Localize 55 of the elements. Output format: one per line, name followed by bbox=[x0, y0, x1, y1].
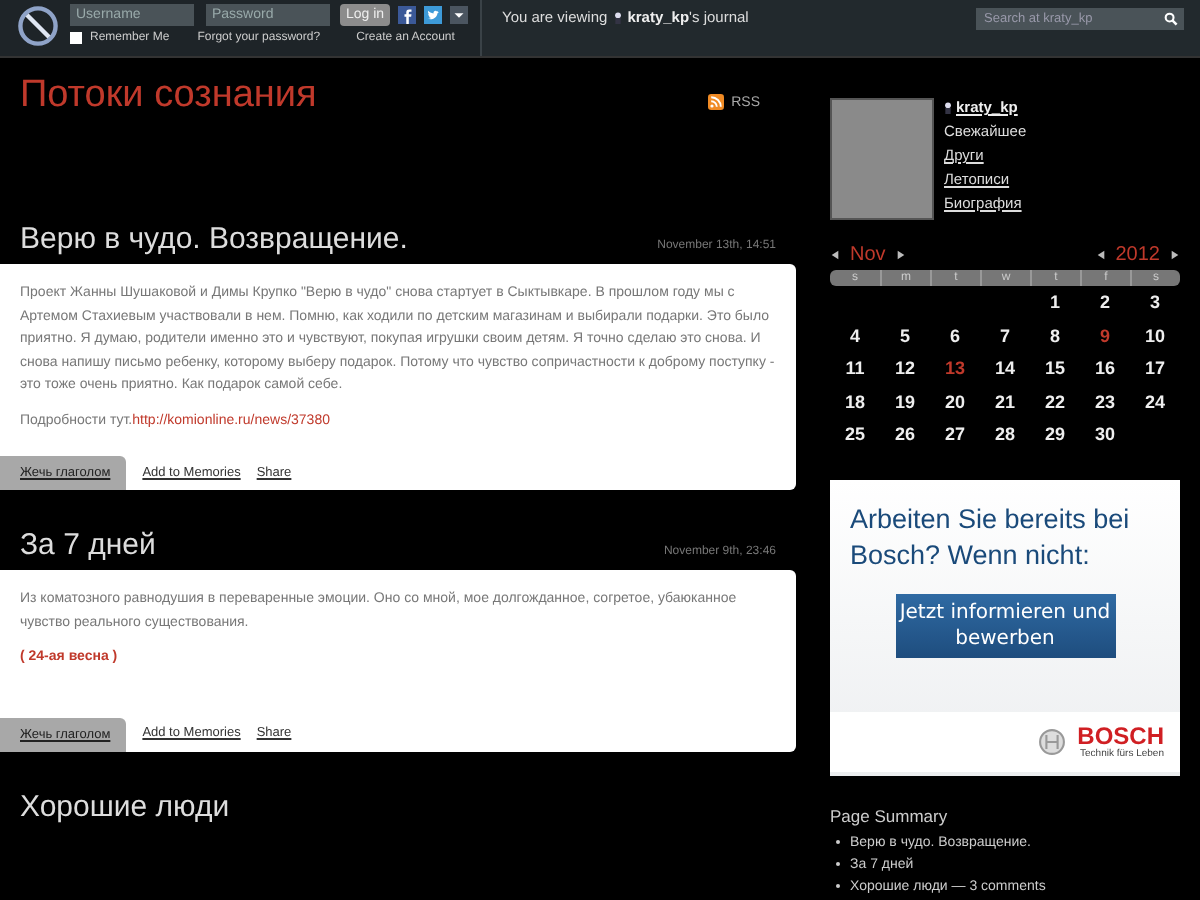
calendar-day[interactable]: 23 bbox=[1080, 385, 1130, 419]
user-icon bbox=[944, 99, 952, 115]
dropdown-icon[interactable] bbox=[450, 6, 469, 24]
calendar-day[interactable]: 14 bbox=[980, 352, 1030, 386]
previous-month-icon[interactable] bbox=[830, 250, 840, 260]
calendar-day[interactable]: 7 bbox=[980, 319, 1030, 353]
calendar-day[interactable]: 4 bbox=[830, 319, 880, 353]
calendar-day[interactable]: 28 bbox=[980, 418, 1030, 452]
calendar-day[interactable]: 19 bbox=[880, 385, 930, 419]
post-title[interactable]: Верю в чудо. Возвращение. bbox=[20, 222, 408, 256]
remember-checkbox[interactable] bbox=[70, 32, 82, 44]
search-icon[interactable] bbox=[1164, 12, 1178, 26]
calendar-day[interactable]: 11 bbox=[830, 352, 880, 386]
calendar-month: Nov bbox=[850, 244, 886, 266]
journal-title: Потоки сознания bbox=[20, 74, 317, 118]
calendar-day[interactable]: 22 bbox=[1030, 385, 1080, 419]
next-year-icon[interactable] bbox=[1170, 250, 1180, 260]
calendar-day[interactable]: 16 bbox=[1080, 352, 1130, 386]
calendar-day[interactable]: 9 bbox=[1080, 319, 1130, 353]
brand-name: BOSCH bbox=[1077, 723, 1164, 748]
post-title[interactable]: Хорошие люди bbox=[20, 789, 230, 823]
photo-placeholder bbox=[830, 98, 934, 220]
calendar-day[interactable]: 26 bbox=[880, 418, 930, 452]
calendar-day[interactable]: 15 bbox=[1030, 352, 1080, 386]
calendar-day[interactable]: 24 bbox=[1130, 385, 1180, 419]
apply-button[interactable]: Jetzt informieren und bewerben bbox=[895, 593, 1115, 658]
post-title[interactable]: За 7 дней bbox=[20, 528, 156, 562]
calendar-day[interactable]: 6 bbox=[930, 319, 980, 353]
facebook-icon[interactable] bbox=[398, 6, 417, 24]
calendar-day[interactable]: 5 bbox=[880, 319, 930, 353]
calendar-day[interactable]: 30 bbox=[1080, 418, 1130, 452]
calendar-day[interactable]: 10 bbox=[1130, 319, 1180, 353]
summary-title: Page Summary bbox=[830, 805, 950, 826]
calendar-year: 2012 bbox=[1115, 244, 1160, 266]
next-month-icon[interactable] bbox=[895, 250, 906, 260]
brand-logo-icon bbox=[1037, 727, 1066, 756]
calendar-day[interactable]: 8 bbox=[1030, 319, 1080, 353]
calendar-day[interactable]: 27 bbox=[930, 418, 980, 452]
calendar-day[interactable]: 2 bbox=[1080, 286, 1130, 320]
user-icon bbox=[613, 9, 622, 25]
calendar-day[interactable]: 1 bbox=[1030, 286, 1080, 320]
rss-icon[interactable] bbox=[707, 94, 724, 110]
calendar-day[interactable]: 12 bbox=[880, 352, 930, 386]
calendar-day[interactable]: 20 bbox=[930, 385, 980, 419]
calendar-day[interactable]: 29 bbox=[1030, 418, 1080, 452]
calendar-day[interactable]: 3 bbox=[1130, 286, 1180, 320]
calendar-day[interactable]: 17 bbox=[1130, 352, 1180, 386]
ad-headline: Arbeiten Sie bereits bei Bosch? Wenn nicht: bbox=[848, 501, 1132, 574]
calendar-day[interactable]: 18 bbox=[830, 385, 880, 419]
calendar-day[interactable]: 21 bbox=[980, 385, 1030, 419]
logo-icon bbox=[16, 4, 60, 48]
calendar-day[interactable]: 25 bbox=[830, 418, 880, 452]
calendar-day[interactable]: 13 bbox=[930, 352, 980, 386]
previous-year-icon[interactable] bbox=[1095, 250, 1106, 260]
twitter-icon[interactable] bbox=[424, 6, 443, 24]
